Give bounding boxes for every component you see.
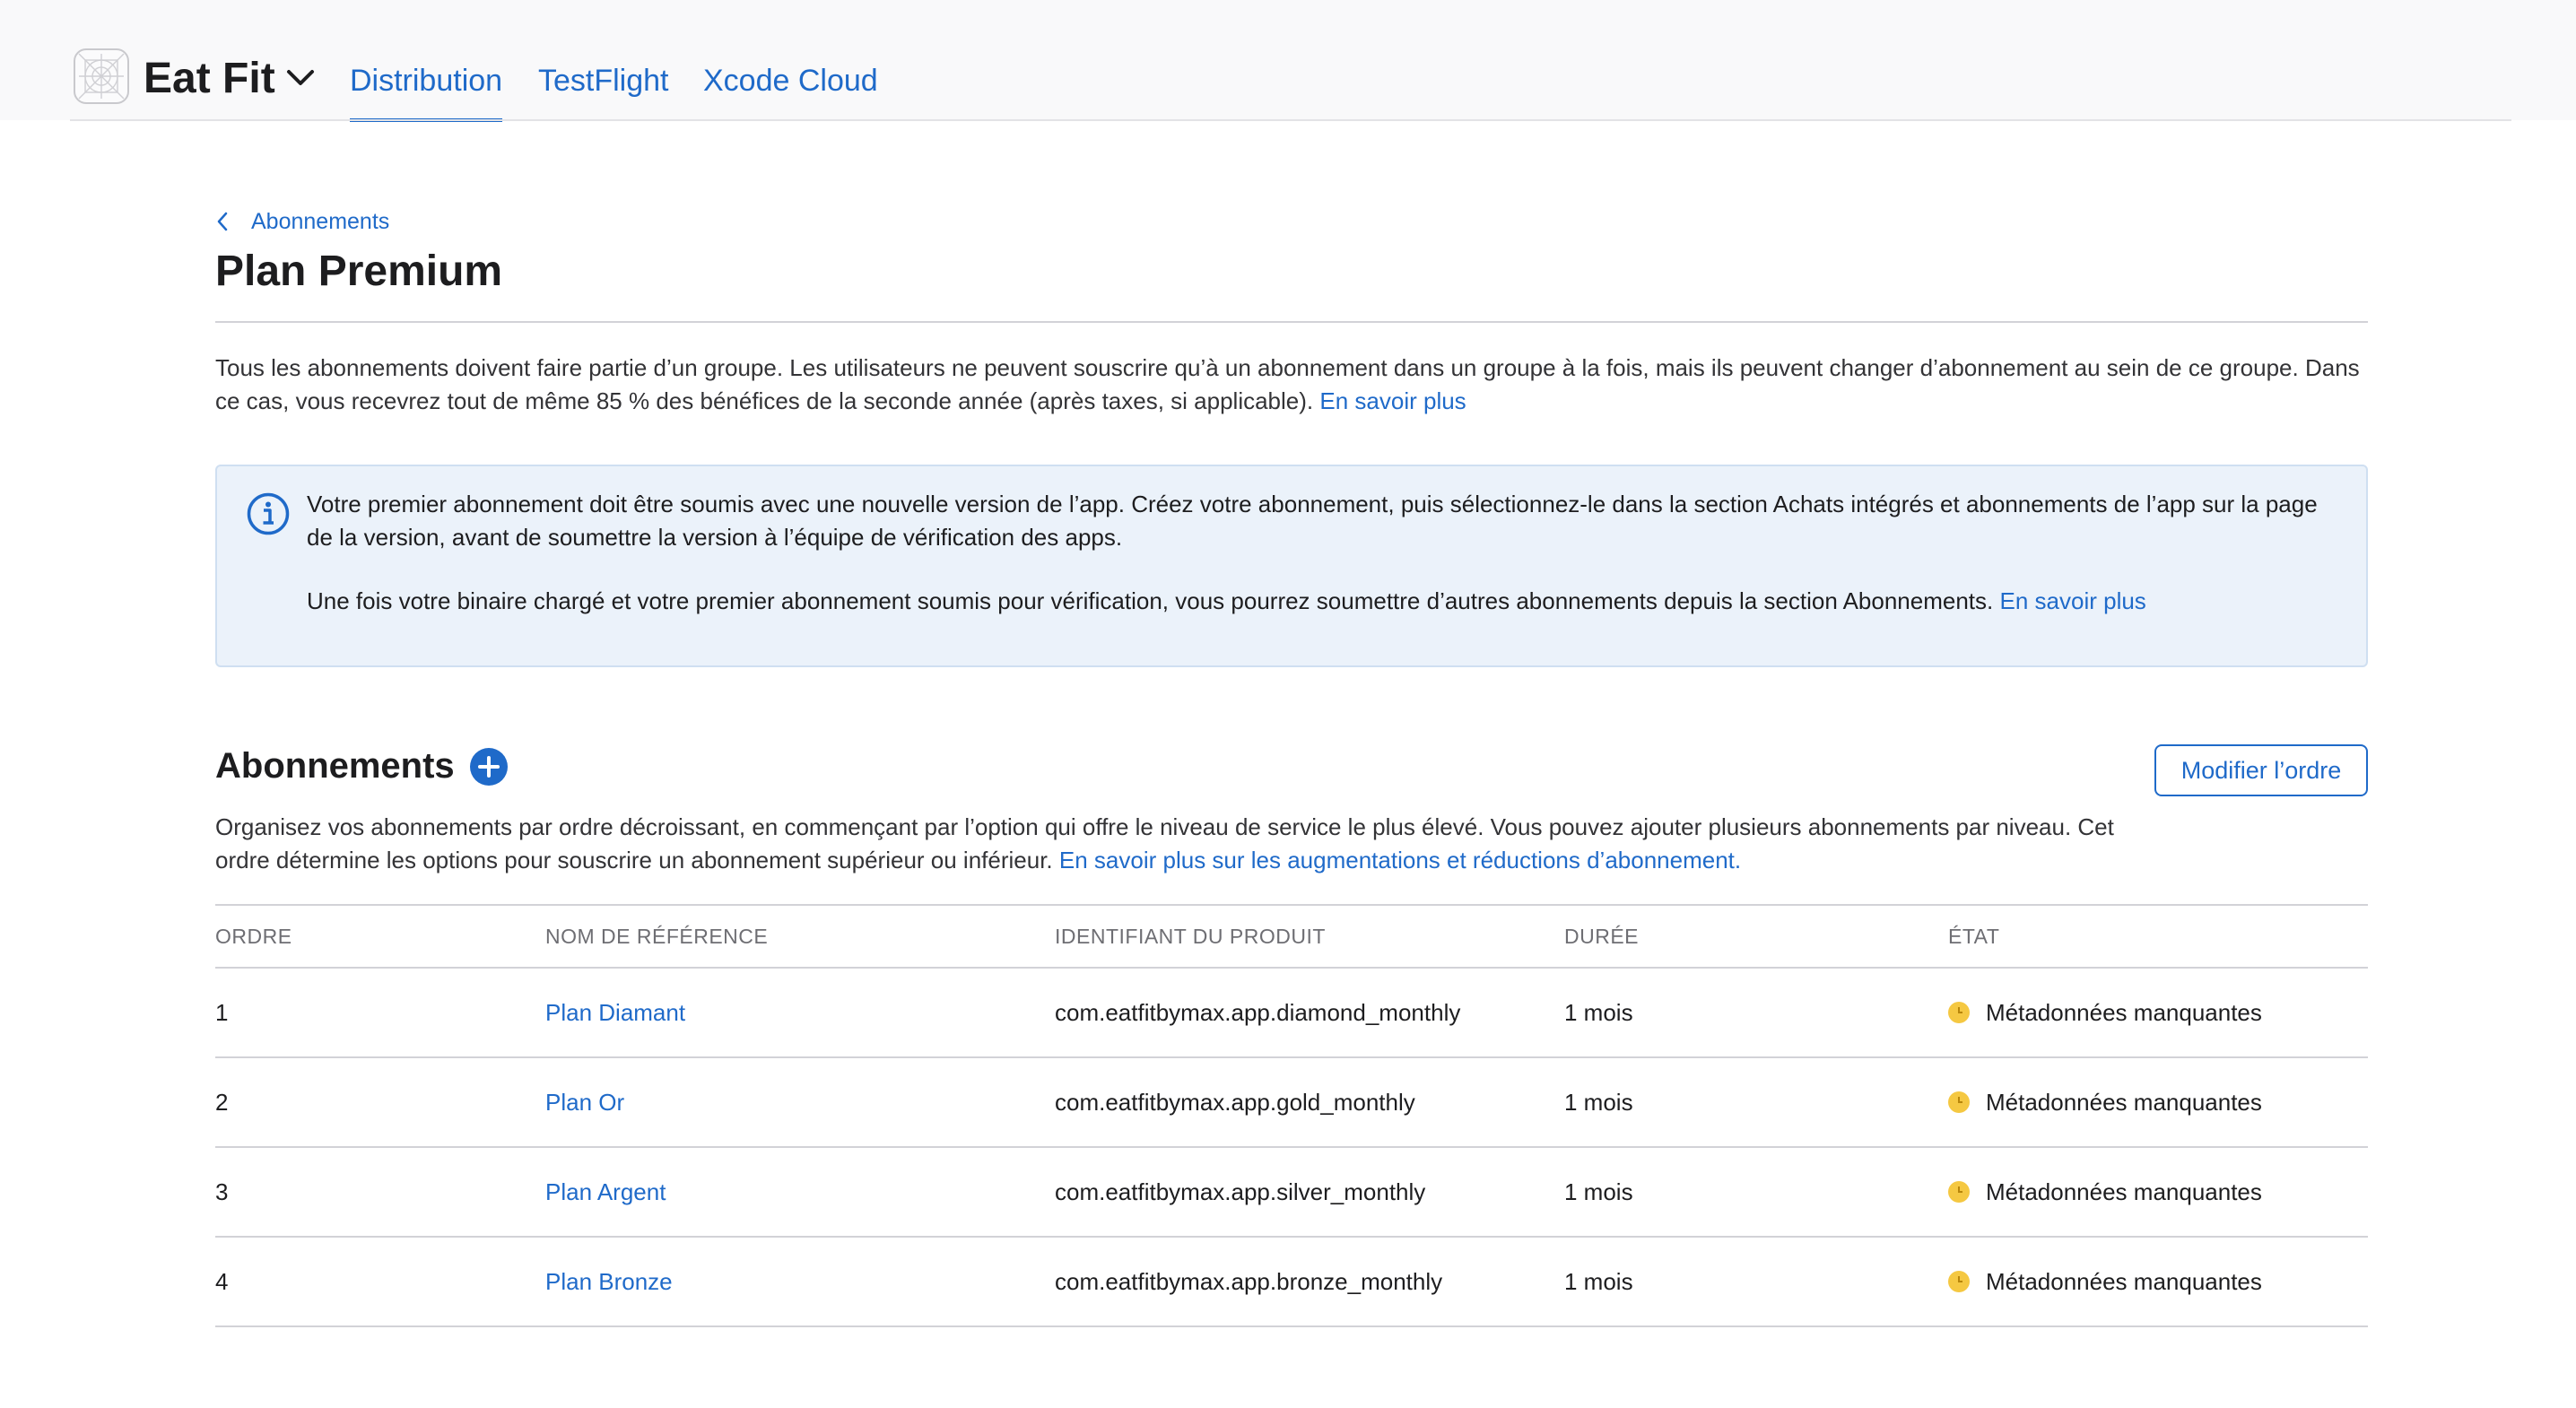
row-duration: 1 mois (1564, 1267, 1633, 1295)
row-order: 3 (215, 1178, 229, 1205)
row-duration: 1 mois (1564, 1178, 1633, 1205)
add-subscription-button[interactable] (470, 748, 508, 786)
top-bar: Eat Fit Distribution TestFlight Xcode Cl… (0, 0, 2576, 122)
warning-status-icon (1948, 1181, 1970, 1203)
column-header-status: ÉTAT (1948, 924, 2000, 948)
tab-xcode-cloud[interactable]: Xcode Cloud (703, 61, 878, 100)
row-status: Métadonnées manquantes (1948, 969, 2262, 1056)
info-learn-more-link[interactable]: En savoir plus (2000, 587, 2146, 614)
warning-status-icon (1948, 1271, 1970, 1292)
info-banner: Votre premier abonnement doit être soumi… (215, 465, 2368, 667)
column-header-product-id: IDENTIFIANT DU PRODUIT (1055, 924, 1326, 948)
table-header: ORDRE NOM DE RÉFÉRENCE IDENTIFIANT DU PR… (215, 904, 2368, 969)
info-text: Votre premier abonnement doit être soumi… (307, 488, 2343, 618)
column-header-reference-name: NOM DE RÉFÉRENCE (545, 924, 769, 948)
row-status-label: Métadonnées manquantes (1986, 1088, 2262, 1116)
row-product-id: com.eatfitbymax.app.bronze_monthly (1055, 1267, 1443, 1295)
row-status-label: Métadonnées manquantes (1986, 998, 2262, 1026)
section-title: Abonnements (215, 746, 455, 786)
upgrade-downgrade-link[interactable]: En savoir plus sur les augmentations et … (1059, 847, 1741, 873)
info-icon (247, 492, 290, 535)
row-name-link[interactable]: Plan Argent (545, 1148, 666, 1236)
tab-testflight[interactable]: TestFlight (538, 61, 669, 100)
tab-distribution[interactable]: Distribution (350, 61, 503, 122)
app-name[interactable]: Eat Fit (144, 52, 275, 106)
row-name-link[interactable]: Plan Bronze (545, 1238, 673, 1325)
row-name-link[interactable]: Plan Diamant (545, 969, 685, 1056)
reorder-button[interactable]: Modifier l’ordre (2154, 744, 2368, 796)
app-icon[interactable] (74, 48, 129, 104)
row-status-label: Métadonnées manquantes (1986, 1267, 2262, 1295)
chevron-left-icon[interactable] (215, 210, 230, 233)
row-duration: 1 mois (1564, 1088, 1633, 1116)
topbar-divider (70, 119, 2511, 121)
row-product-id: com.eatfitbymax.app.diamond_monthly (1055, 998, 1461, 1026)
title-divider (215, 321, 2368, 323)
warning-status-icon (1948, 1002, 1970, 1023)
chevron-down-icon[interactable] (285, 66, 316, 90)
subscriptions-table: ORDRE NOM DE RÉFÉRENCE IDENTIFIANT DU PR… (215, 904, 2368, 1327)
column-header-order: ORDRE (215, 924, 292, 948)
row-status: Métadonnées manquantes (1948, 1238, 2262, 1325)
row-status: Métadonnées manquantes (1948, 1058, 2262, 1146)
row-order: 1 (215, 998, 229, 1026)
warning-status-icon (1948, 1091, 1970, 1113)
app-placeholder-icon (78, 53, 125, 100)
learn-more-link[interactable]: En savoir plus (1319, 387, 1466, 414)
breadcrumb[interactable]: Abonnements (251, 208, 389, 235)
info-paragraph-1: Votre premier abonnement doit être soumi… (307, 491, 2318, 551)
page-title: Plan Premium (215, 248, 503, 295)
table-row[interactable]: 3 Plan Argent com.eatfitbymax.app.silver… (215, 1148, 2368, 1238)
row-product-id: com.eatfitbymax.app.gold_monthly (1055, 1088, 1415, 1116)
row-order: 2 (215, 1088, 229, 1116)
column-header-duration: DURÉE (1564, 924, 1640, 948)
intro-text: Tous les abonnements doivent faire parti… (215, 352, 2368, 418)
row-status-label: Métadonnées manquantes (1986, 1178, 2262, 1205)
row-status: Métadonnées manquantes (1948, 1148, 2262, 1236)
table-row[interactable]: 1 Plan Diamant com.eatfitbymax.app.diamo… (215, 969, 2368, 1058)
row-name-link[interactable]: Plan Or (545, 1058, 624, 1146)
row-product-id: com.eatfitbymax.app.silver_monthly (1055, 1178, 1426, 1205)
info-paragraph-2-text: Une fois votre binaire chargé et votre p… (307, 587, 1994, 614)
section-description: Organisez vos abonnements par ordre décr… (215, 811, 2153, 877)
table-row[interactable]: 2 Plan Or com.eatfitbymax.app.gold_month… (215, 1058, 2368, 1148)
row-duration: 1 mois (1564, 998, 1633, 1026)
intro-body: Tous les abonnements doivent faire parti… (215, 354, 2360, 414)
table-row[interactable]: 4 Plan Bronze com.eatfitbymax.app.bronze… (215, 1238, 2368, 1327)
row-order: 4 (215, 1267, 229, 1295)
info-paragraph-2: Une fois votre binaire chargé et votre p… (307, 585, 2343, 618)
